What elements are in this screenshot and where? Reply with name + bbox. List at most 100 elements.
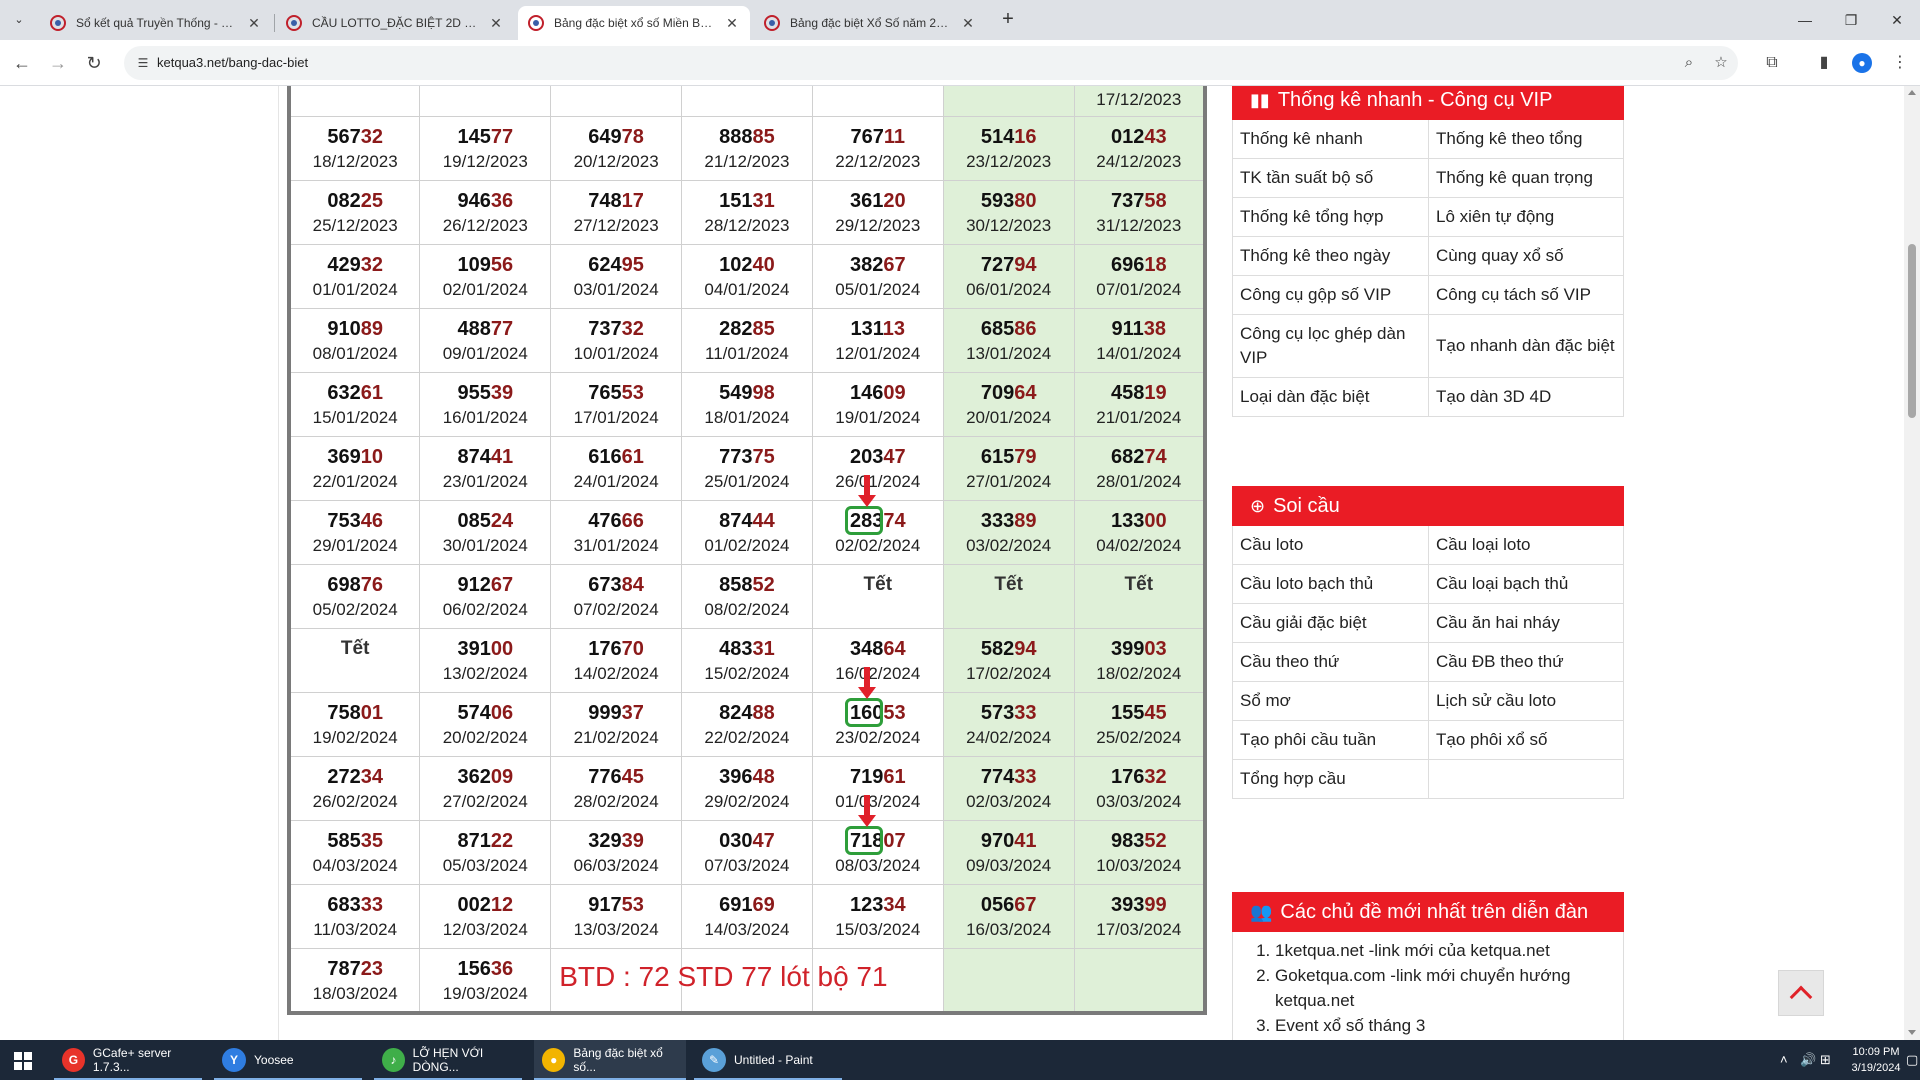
sidebar-link[interactable]: Cầu loto <box>1233 526 1428 564</box>
sidebar-link[interactable]: Thống kê quan trọng <box>1428 159 1623 197</box>
tab-bang-dac-biet-2024[interactable]: Bảng đặc biệt Xổ Số năm 2024 ✕ <box>754 6 986 40</box>
sidebar-link[interactable]: Công cụ tách số VIP <box>1428 276 1623 314</box>
taskbar-paint[interactable]: ✎ Untitled - Paint <box>694 1040 846 1080</box>
tab-search-icon[interactable]: ⌄ <box>8 9 30 31</box>
forum-topic-link[interactable]: 1ketqua.net -link mới của ketqua.net <box>1275 938 1623 963</box>
minimize-icon[interactable]: — <box>1790 8 1820 32</box>
tab-bang-dac-biet-active[interactable]: Bảng đặc biệt xổ số Miền Bắc t ✕ <box>518 6 750 40</box>
back-arrow-icon[interactable]: ← <box>10 51 34 75</box>
prize-number-suffix: 09 <box>883 382 906 404</box>
draw-date: 25/02/2024 <box>1096 728 1182 747</box>
sidebar-link[interactable]: Cầu loại loto <box>1428 526 1623 564</box>
restore-icon[interactable]: ❐ <box>1836 8 1866 32</box>
sidebar-link[interactable]: Cùng quay xổ số <box>1428 237 1623 275</box>
holiday-label: Tết <box>1124 574 1154 595</box>
bookmark-star-icon[interactable]: ☆ <box>1710 52 1732 74</box>
system-clock[interactable]: 10:09 PM 3/19/2024 <box>1846 1044 1906 1076</box>
prize-number-prefix: 955 <box>457 382 491 404</box>
sidebar-link[interactable]: Thống kê theo tổng <box>1428 120 1623 158</box>
url-text[interactable]: ketqua3.net/bang-dac-biet <box>157 55 308 70</box>
table-cell: BTD : 72 STD 77 lót bộ 71 <box>550 948 888 1013</box>
sidebar-link[interactable]: Cầu theo thứ <box>1233 643 1428 681</box>
sidebar-link[interactable]: Cầu ăn hai nháy <box>1428 604 1623 642</box>
sidebar-link[interactable]: Tạo phôi xổ số <box>1428 721 1623 759</box>
new-tab-plus-icon[interactable]: + <box>996 8 1020 32</box>
close-tab-icon[interactable]: ✕ <box>724 15 740 32</box>
scroll-up-arrow-icon[interactable] <box>1908 90 1916 95</box>
sidebar-link[interactable]: Thống kê nhanh <box>1233 120 1428 158</box>
taskbar-chrome[interactable]: ● Bảng đặc biệt xổ số... <box>534 1040 686 1080</box>
sidebar-link[interactable]: Sổ mơ <box>1233 682 1428 720</box>
notification-icon[interactable]: ▢ <box>1906 1052 1918 1068</box>
sidebar-link[interactable]: Tạo dàn 3D 4D <box>1428 378 1623 416</box>
taskbar-yoosee[interactable]: Y Yoosee <box>214 1040 366 1080</box>
tab-cau-lotto[interactable]: CẦU LOTTO_ĐẶC BIỆT 2D 3D 4D ✕ <box>276 6 514 40</box>
back-to-top-button[interactable] <box>1778 970 1824 1016</box>
prize-number: 28285 <box>682 317 812 341</box>
draw-date: 08/03/2024 <box>835 856 921 875</box>
sidebar-link[interactable]: Thống kê theo ngày <box>1233 237 1428 275</box>
prize-number: 45819 <box>1075 381 1203 405</box>
prize-number: 33389 <box>944 509 1074 533</box>
extensions-puzzle-icon[interactable]: ⧉ <box>1760 51 1784 75</box>
page-scrollbar[interactable] <box>1904 86 1920 1040</box>
prize-number-suffix: 03 <box>1144 638 1167 660</box>
address-bar[interactable]: ☰ ketqua3.net/bang-dac-biet ⌕ ☆ <box>124 46 1738 80</box>
sidebar-link[interactable]: Công cụ lọc ghép dàn VIP <box>1233 315 1428 377</box>
sidebar-link[interactable]: Tổng hợp cầu <box>1233 760 1428 798</box>
tab-so-ket-qua[interactable]: Sổ kết quả Truyền Thống - Tổng ✕ <box>40 6 272 40</box>
sidebar-link[interactable]: Lô xiên tự động <box>1428 198 1623 236</box>
sidebar-link[interactable]: Thống kê tổng hợp <box>1233 198 1428 236</box>
sidebar-link[interactable]: Cầu loto bạch thủ <box>1233 565 1428 603</box>
quick-stats-grid: Thống kê nhanh Thống kê theo tổng TK tần s… <box>1232 120 1624 417</box>
volume-icon[interactable]: 🔊 <box>1800 1052 1816 1068</box>
draw-date: 04/03/2024 <box>312 856 398 875</box>
draw-date: 10/03/2024 <box>1096 856 1182 875</box>
forum-topic-link[interactable]: Goketqua.com -link mới chuyển hướng ketq… <box>1275 963 1623 1013</box>
taskbar-gcafe[interactable]: G GCafe+ server 1.7.3... <box>54 1040 206 1080</box>
prize-number-suffix: 34 <box>883 894 906 916</box>
reload-icon[interactable]: ↻ <box>82 51 106 75</box>
sidebar-link[interactable]: Cầu loại bạch thủ <box>1428 565 1623 603</box>
windows-start-icon[interactable] <box>14 1052 32 1070</box>
scroll-down-arrow-icon[interactable] <box>1908 1030 1916 1035</box>
sidebar-link[interactable]: Tạo nhanh dàn đặc biệt <box>1428 315 1623 377</box>
prize-number: 94636 <box>420 189 550 213</box>
draw-date: 26/12/2023 <box>442 216 528 235</box>
side-panel-icon[interactable]: ▮ <box>1812 51 1836 75</box>
highlight-box <box>844 506 883 535</box>
site-info-icon[interactable]: ☰ <box>134 54 152 72</box>
scrollbar-thumb[interactable] <box>1908 244 1916 418</box>
prize-number-suffix: 31 <box>752 638 775 660</box>
table-cell: 61661 24/01/2024 <box>550 436 683 501</box>
forum-topic-link[interactable]: Event xổ số tháng 3 <box>1275 1013 1623 1038</box>
sidebar-link[interactable]: Công cụ gộp số VIP <box>1233 276 1428 314</box>
profile-avatar-icon[interactable]: ● <box>1852 53 1872 73</box>
close-window-icon[interactable]: ✕ <box>1882 8 1912 32</box>
close-tab-icon[interactable]: ✕ <box>246 15 262 32</box>
gcafe-icon: G <box>62 1048 85 1072</box>
sidebar-link[interactable]: Tạo phôi cầu tuần <box>1233 721 1428 759</box>
prize-number: 85852 <box>682 573 812 597</box>
sidebar-link[interactable]: Lịch sử cầu loto <box>1428 682 1623 720</box>
draw-date: 14/01/2024 <box>1096 344 1182 363</box>
tray-chevron-icon[interactable]: ˄ <box>1780 1052 1788 1067</box>
prize-number-prefix: 272 <box>327 766 361 788</box>
prize-number: 36120 <box>813 189 943 213</box>
prize-number: 08225 <box>291 189 419 213</box>
zoom-icon[interactable]: ⌕ <box>1678 52 1700 74</box>
forward-arrow-icon[interactable]: → <box>46 51 70 75</box>
table-row: Tết 39100 13/02/2024 17670 14/02/2024 48331 15… <box>288 628 1206 693</box>
sidebar-link[interactable]: TK tần suất bộ số <box>1233 159 1428 197</box>
menu-kebab-icon[interactable]: ⋮ <box>1888 51 1912 75</box>
sidebar-link[interactable]: Cầu ĐB theo thứ <box>1428 643 1623 681</box>
close-tab-icon[interactable]: ✕ <box>960 15 976 32</box>
taskbar-music[interactable]: ♪ LỠ HẸN VỚI DÒNG... <box>374 1040 526 1080</box>
network-icon[interactable]: ⊞ <box>1820 1052 1831 1068</box>
highlight-box <box>844 698 883 727</box>
sidebar-link[interactable]: Loại dàn đặc biệt <box>1233 378 1428 416</box>
sidebar-link[interactable]: Cầu giải đặc biệt <box>1233 604 1428 642</box>
table-cell: 68333 11/03/2024 <box>288 884 421 949</box>
prize-number-prefix: 858 <box>719 574 753 596</box>
close-tab-icon[interactable]: ✕ <box>488 15 504 32</box>
